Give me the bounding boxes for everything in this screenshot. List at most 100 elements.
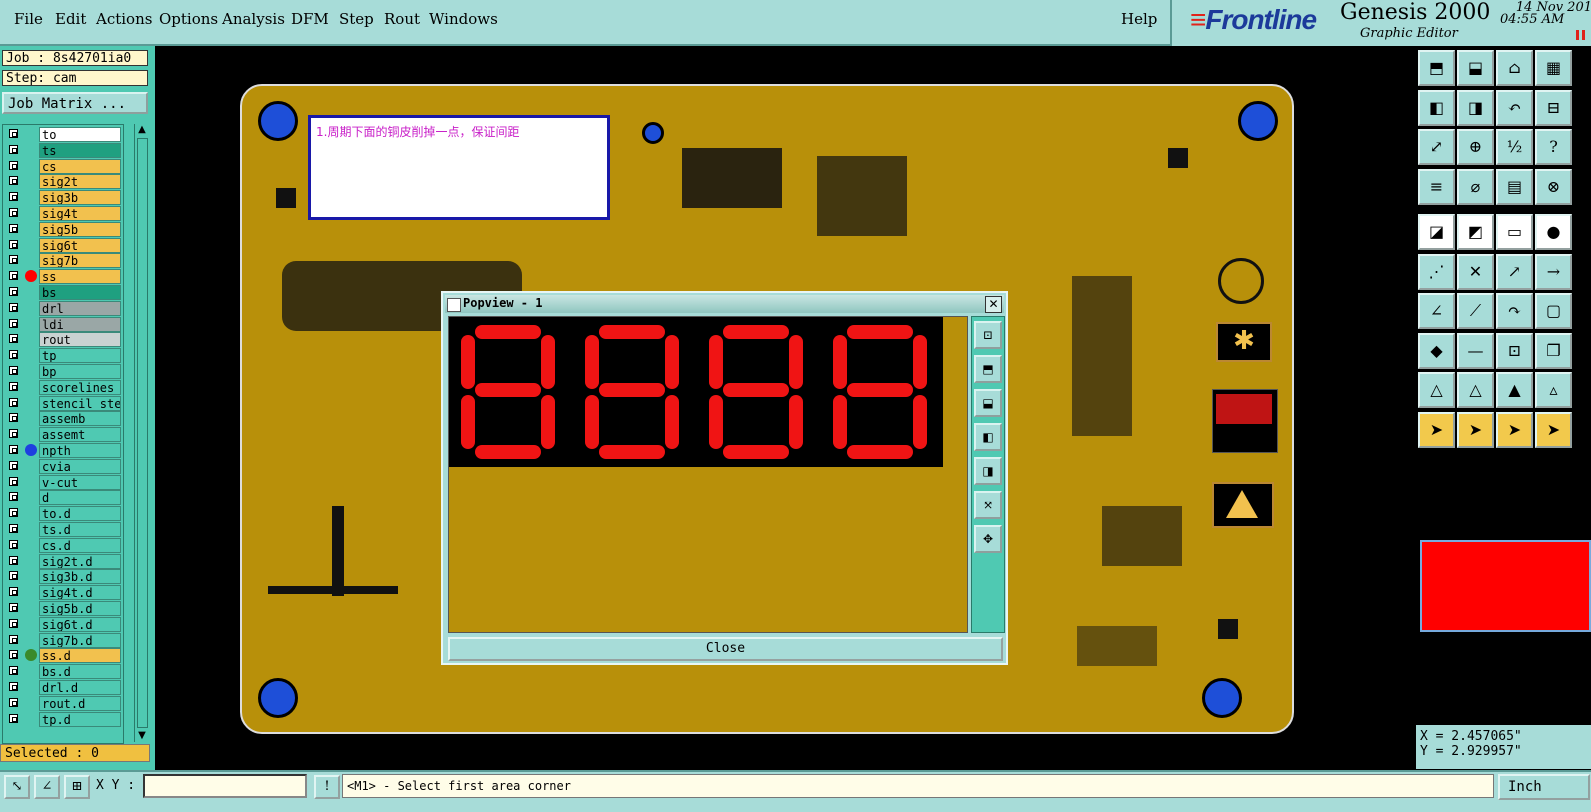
layer-checkbox[interactable]: [9, 413, 18, 423]
layer-checkbox[interactable]: [9, 571, 18, 581]
menu-edit[interactable]: Edit: [55, 10, 86, 28]
layer-name[interactable]: sig6t: [39, 237, 121, 253]
layer-checkbox[interactable]: [9, 713, 18, 723]
layer-row[interactable]: ts: [3, 142, 123, 158]
pan-down-icon[interactable]: ⬓: [974, 389, 1002, 417]
layer-name[interactable]: sig4t.d: [39, 585, 121, 601]
layer-row[interactable]: sig7b.d: [3, 632, 123, 648]
menu-options[interactable]: Options: [159, 10, 218, 28]
layer-name[interactable]: rout.d: [39, 695, 121, 711]
layer-name[interactable]: sig5b: [39, 221, 121, 237]
arc-icon[interactable]: ↷: [1496, 293, 1533, 329]
layer-checkbox[interactable]: [9, 603, 18, 612]
menu-analysis[interactable]: Analysis: [222, 10, 285, 28]
line-icon[interactable]: ∠: [1418, 293, 1455, 329]
layer-checkbox[interactable]: [9, 144, 18, 154]
layer-checkbox[interactable]: [9, 682, 18, 691]
layer-checkbox[interactable]: [9, 271, 18, 281]
menu-rout[interactable]: Rout: [384, 10, 420, 28]
layer-checkbox[interactable]: [9, 650, 18, 660]
layer-row[interactable]: sig2t.d: [3, 553, 123, 569]
units-selector[interactable]: Inch: [1498, 774, 1590, 800]
layer-checkbox[interactable]: [9, 492, 18, 502]
layer-name[interactable]: stencil_ste: [39, 395, 121, 411]
pointer-box-icon[interactable]: ➤: [1457, 411, 1494, 448]
zoom-page-icon[interactable]: ⬓: [1457, 50, 1494, 86]
copy-icon[interactable]: ❐: [1535, 332, 1572, 369]
close-button[interactable]: Close: [448, 637, 1003, 661]
triangle-icon[interactable]: △: [1418, 372, 1455, 408]
layer-row[interactable]: sig7b: [3, 253, 123, 269]
layer-row[interactable]: rout.d: [3, 695, 123, 711]
layer-checkbox[interactable]: [9, 223, 18, 233]
layer-row[interactable]: to: [3, 127, 123, 142]
layer-checkbox[interactable]: [9, 555, 18, 565]
layer-name[interactable]: v-cut: [39, 474, 121, 490]
note-annotation[interactable]: 1.周期下面的铜皮削掉一点，保证间距: [308, 115, 610, 220]
scroll-track[interactable]: [137, 138, 148, 728]
layer-row[interactable]: bp: [3, 364, 123, 379]
area-icon[interactable]: ▢: [1535, 293, 1572, 329]
layer-checkbox[interactable]: [9, 539, 18, 549]
arrow-right-icon[interactable]: →: [1535, 253, 1572, 290]
layer-checkbox[interactable]: [9, 255, 18, 265]
zoom-in-icon[interactable]: ⊕: [1457, 129, 1494, 165]
layer-row[interactable]: cvia: [3, 458, 123, 474]
layer-row[interactable]: sig6t.d: [3, 616, 123, 632]
layer-checkbox[interactable]: [9, 587, 18, 597]
layer-name[interactable]: sig5b.d: [39, 601, 121, 616]
pointer-net-icon[interactable]: ➤: [1535, 411, 1572, 448]
layer-name[interactable]: to: [39, 127, 121, 142]
layer-checkbox[interactable]: [9, 208, 18, 217]
pan-left-icon[interactable]: ◧: [1418, 89, 1455, 126]
layer-name[interactable]: sig4t: [39, 206, 121, 221]
layer-checkbox[interactable]: [9, 160, 18, 170]
select-feature-icon[interactable]: ◪: [1418, 214, 1455, 250]
layer-name[interactable]: cs: [39, 158, 121, 174]
zoom-out-icon[interactable]: ✥: [974, 525, 1002, 553]
layer-row[interactable]: sig5b: [3, 221, 123, 237]
layer-name[interactable]: bs.d: [39, 664, 121, 680]
layer-row[interactable]: scorelines: [3, 379, 123, 395]
layer-name[interactable]: d: [39, 490, 121, 506]
job-matrix-button[interactable]: Job Matrix ...: [2, 92, 148, 114]
zoom-home-icon[interactable]: ⊡: [974, 321, 1002, 349]
menu-help[interactable]: Help: [1121, 10, 1157, 28]
layer-checkbox[interactable]: [9, 397, 18, 407]
layer-checkbox[interactable]: [9, 618, 18, 628]
layer-name[interactable]: assemb: [39, 411, 121, 427]
layer-name[interactable]: sig7b.d: [39, 632, 121, 648]
scroll-up-icon[interactable]: ▲: [136, 124, 148, 136]
layer-row[interactable]: bs.d: [3, 664, 123, 680]
zoom-home-icon[interactable]: ⬒: [1418, 50, 1455, 86]
layer-checkbox[interactable]: [9, 334, 18, 344]
layer-name[interactable]: to.d: [39, 506, 121, 522]
layer-name[interactable]: bs: [39, 285, 121, 300]
pan-right-icon[interactable]: ◨: [1457, 89, 1494, 126]
layer-row[interactable]: to.d: [3, 506, 123, 522]
pointer-icon[interactable]: ➤: [1418, 411, 1455, 448]
layer-row[interactable]: rout: [3, 332, 123, 348]
layer-row[interactable]: cs: [3, 158, 123, 174]
layer-name[interactable]: assemt: [39, 427, 121, 443]
layer-row[interactable]: sig4t: [3, 206, 123, 221]
layer-checkbox[interactable]: [9, 318, 18, 328]
layer-name[interactable]: cvia: [39, 458, 121, 474]
layer-name[interactable]: scorelines: [39, 379, 121, 395]
cross-icon[interactable]: ✕: [1457, 253, 1494, 290]
layer-row[interactable]: sig3b: [3, 190, 123, 206]
layer-checkbox[interactable]: [9, 697, 18, 707]
layer-row[interactable]: v-cut: [3, 474, 123, 490]
zoom-window-icon[interactable]: ⊡: [1496, 332, 1533, 369]
layer-checkbox[interactable]: [9, 176, 18, 186]
menu-step[interactable]: Step: [339, 10, 374, 28]
layer-name[interactable]: ss: [39, 269, 121, 285]
home-icon[interactable]: ⌂: [1496, 50, 1533, 86]
layer-checkbox[interactable]: [9, 129, 18, 138]
layer-checkbox[interactable]: [9, 429, 18, 439]
layer-row[interactable]: assemt: [3, 427, 123, 443]
measure-icon[interactable]: ≡: [1418, 168, 1455, 205]
menu-actions[interactable]: Actions: [96, 10, 152, 28]
pointer-corner-icon[interactable]: ➤: [1496, 411, 1533, 448]
layer-row[interactable]: ts.d: [3, 522, 123, 537]
